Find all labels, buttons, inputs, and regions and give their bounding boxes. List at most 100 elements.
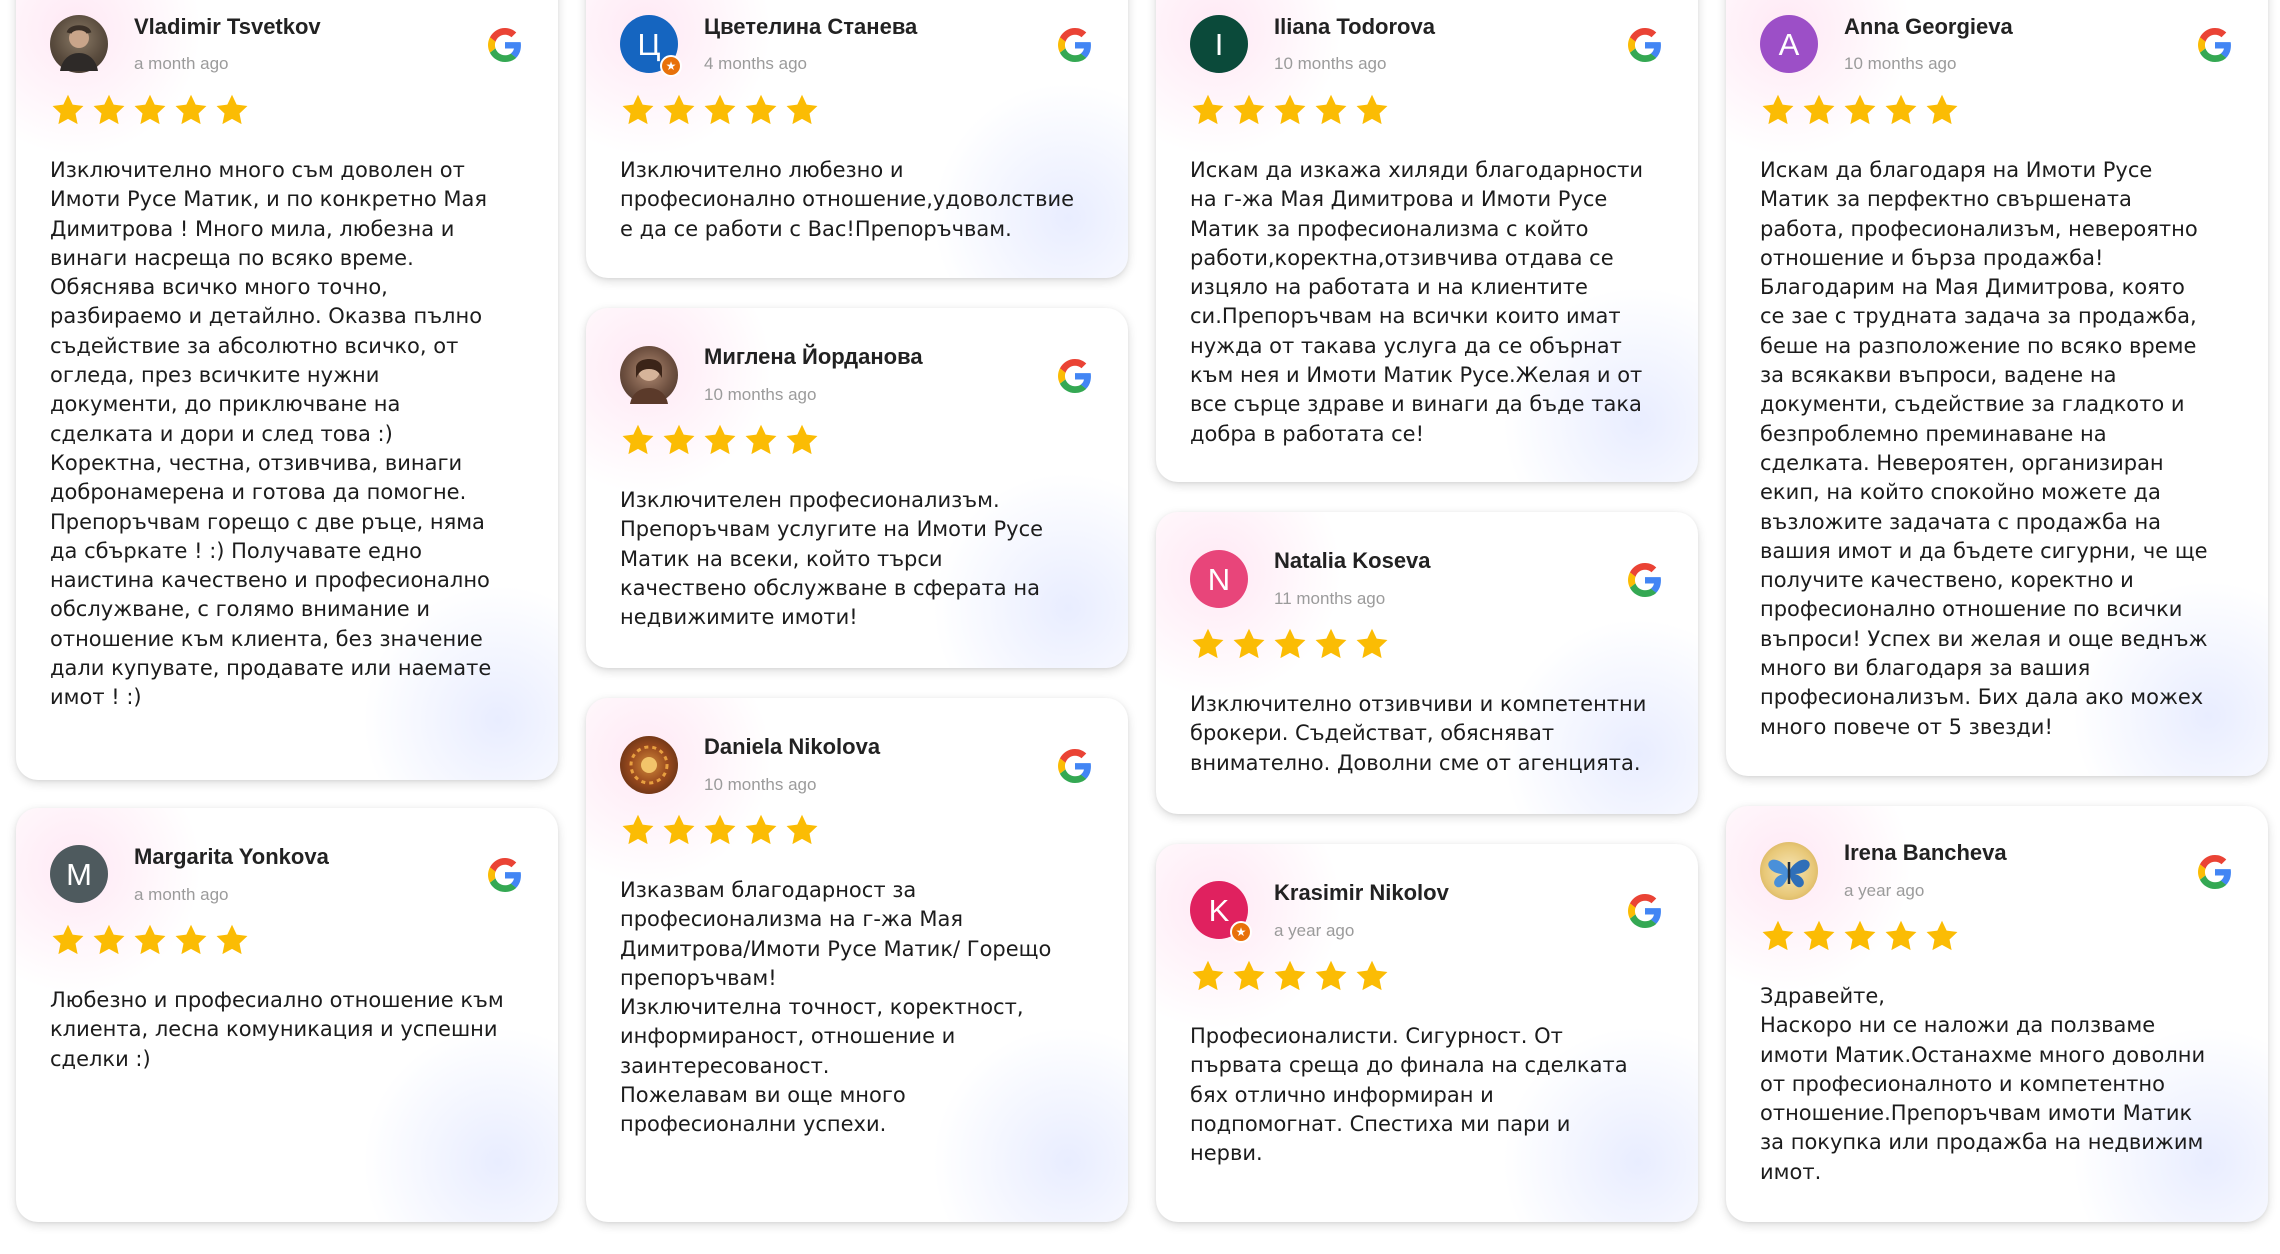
review-date: 10 months ago (1844, 54, 1957, 73)
review-date: a month ago (134, 54, 229, 73)
star-icon (661, 812, 697, 848)
review-text: Изключително много съм доволен от Имоти … (50, 158, 492, 710)
star-icon (1924, 92, 1960, 128)
google-icon (488, 28, 522, 62)
star-icon (1354, 92, 1390, 128)
review-date: 10 months ago (704, 385, 817, 404)
avatar-letter: Ц (637, 26, 661, 62)
review-card: I Iliana Todorova 10 months ago Искам да… (1156, 0, 1698, 482)
star-rating (620, 422, 820, 458)
avatar[interactable] (50, 15, 108, 73)
star-icon (1760, 92, 1796, 128)
star-icon (1842, 92, 1878, 128)
avatar[interactable]: A (1760, 15, 1818, 73)
reviewer-name[interactable]: Цветелина Станева (704, 14, 917, 40)
star-icon (1190, 958, 1226, 994)
avatar-letter: N (1207, 561, 1231, 597)
review-text: Здравейте, Наскоро ни се наложи да ползв… (1760, 984, 2206, 1184)
star-icon (661, 92, 697, 128)
star-rating (1760, 92, 1960, 128)
star-icon (1313, 92, 1349, 128)
review-text: Искам да благодаря на Имоти Русе Матик з… (1760, 158, 2208, 739)
review-text: Искам да изкажа хиляди благодарности на … (1190, 158, 1644, 446)
user-photo-icon (60, 25, 98, 71)
avatar[interactable]: Ц ★ (620, 15, 682, 77)
butterfly-icon (1768, 859, 1810, 888)
star-icon (1924, 918, 1960, 954)
review-card: A Anna Georgieva 10 months ago Искам да … (1726, 0, 2268, 776)
star-icon (1760, 918, 1796, 954)
star-icon (784, 422, 820, 458)
reviewer-name[interactable]: Margarita Yonkova (134, 844, 329, 870)
star-rating (620, 92, 820, 128)
review-text: Любезно и професиално отношение към клие… (50, 988, 504, 1071)
google-icon (488, 858, 522, 892)
google-icon (1058, 749, 1092, 783)
avatar[interactable] (620, 736, 678, 794)
reviewer-name[interactable]: Миглена Йорданова (704, 344, 923, 370)
star-icon (91, 92, 127, 128)
review-card: M Margarita Yonkova a month ago Любезно … (16, 808, 558, 1222)
reviewer-name[interactable]: Krasimir Nikolov (1274, 880, 1449, 906)
star-icon (702, 812, 738, 848)
star-icon (1272, 958, 1308, 994)
star-icon (173, 92, 209, 128)
star-icon (1842, 918, 1878, 954)
avatar[interactable] (1760, 842, 1818, 900)
google-icon (1628, 894, 1662, 928)
reviewer-name[interactable]: Vladimir Tsvetkov (134, 14, 321, 40)
star-icon (1231, 626, 1267, 662)
reviewer-name[interactable]: Natalia Koseva (1274, 548, 1431, 574)
star-icon (173, 922, 209, 958)
star-icon (1231, 92, 1267, 128)
avatar[interactable]: N (1190, 550, 1248, 608)
reviewer-name[interactable]: Iliana Todorova (1274, 14, 1435, 40)
review-date: 11 months ago (1274, 589, 1386, 608)
star-icon (214, 92, 250, 128)
star-icon (743, 422, 779, 458)
star-icon (132, 922, 168, 958)
local-guide-badge-icon: ★ (1230, 921, 1252, 943)
star-icon (1313, 958, 1349, 994)
avatar[interactable]: K ★ (1190, 881, 1252, 943)
star-icon (50, 92, 86, 128)
avatar[interactable] (620, 346, 678, 404)
star-icon (743, 92, 779, 128)
reviewer-name[interactable]: Irena Bancheva (1844, 840, 2007, 866)
star-icon (620, 812, 656, 848)
review-card: Vladimir Tsvetkov a month ago Изключител… (16, 0, 558, 780)
review-text: Изключително любезно и професионално отн… (620, 158, 1075, 241)
review-card: N Natalia Koseva 11 months ago Изключите… (1156, 512, 1698, 814)
star-rating (1190, 626, 1390, 662)
review-text: Изказвам благодарност за професионализма… (620, 878, 1052, 1137)
star-icon (1190, 626, 1226, 662)
review-date: a month ago (134, 885, 229, 904)
star-icon (620, 92, 656, 128)
avatar[interactable]: I (1190, 15, 1248, 73)
review-date: a year ago (1844, 881, 1925, 900)
star-icon (1313, 626, 1349, 662)
review-text: Изключителен професионализъм. Препоръчва… (620, 488, 1044, 630)
star-rating (1190, 958, 1390, 994)
review-card: Ц ★ Цветелина Станева 4 months ago Изклю… (586, 0, 1128, 278)
star-rating (1190, 92, 1390, 128)
star-icon (214, 922, 250, 958)
star-icon (1272, 92, 1308, 128)
google-icon (1628, 28, 1662, 62)
google-icon (1628, 563, 1662, 597)
star-icon (784, 812, 820, 848)
google-icon (2198, 855, 2232, 889)
avatar[interactable]: M (50, 845, 108, 903)
review-card: K ★ Krasimir Nikolov a year ago Професио… (1156, 844, 1698, 1222)
star-icon (702, 92, 738, 128)
review-card: Daniela Nikolova 10 months ago Изказвам … (586, 698, 1128, 1222)
review-card: Миглена Йорданова 10 months ago Изключит… (586, 308, 1128, 668)
reviewer-name[interactable]: Anna Georgieva (1844, 14, 2013, 40)
star-rating (50, 92, 250, 128)
avatar-letter: K (1208, 892, 1230, 928)
user-photo-icon (630, 359, 668, 404)
google-icon (2198, 28, 2232, 62)
star-icon (132, 92, 168, 128)
review-date: a year ago (1274, 921, 1355, 940)
reviewer-name[interactable]: Daniela Nikolova (704, 734, 880, 760)
